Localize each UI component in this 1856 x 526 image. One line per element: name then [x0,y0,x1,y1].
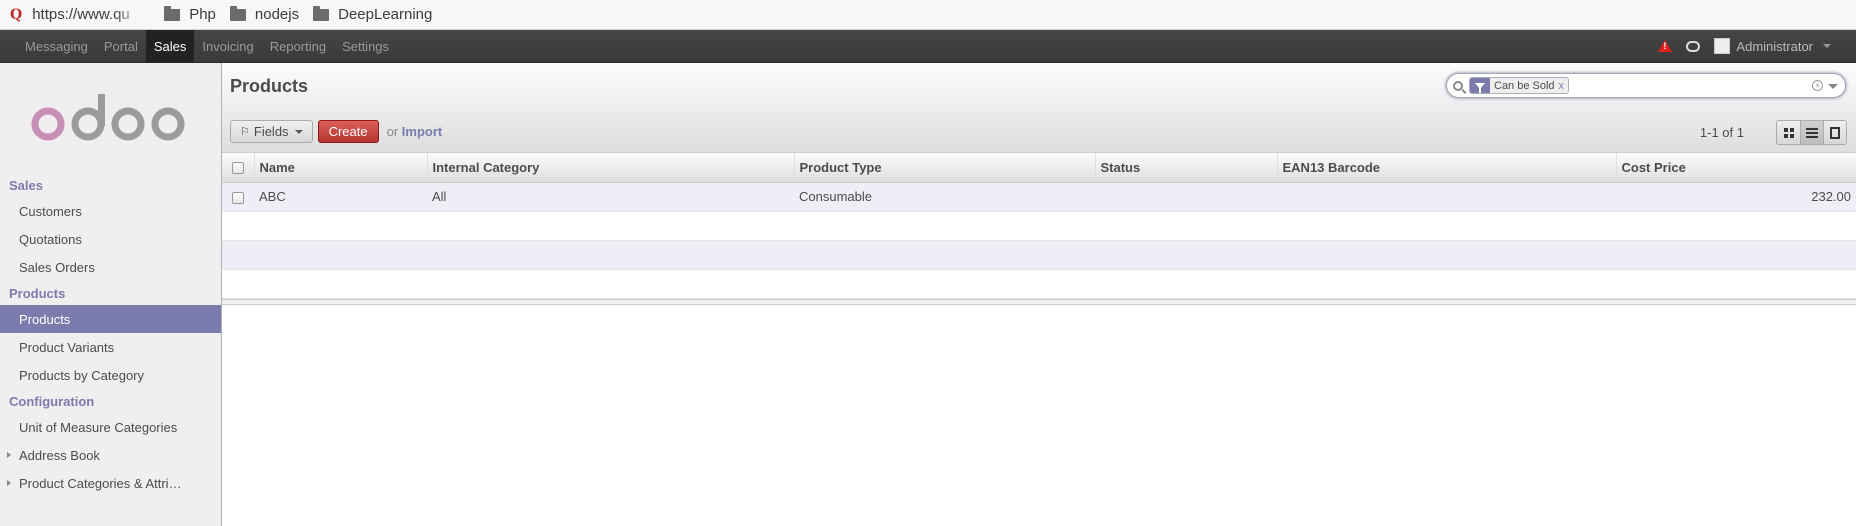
pager[interactable]: 1-1 of 1 [1700,125,1744,140]
sidebar-item-products[interactable]: Products [0,305,221,333]
sidebar-item-label: Product Categories & Attri… [19,475,182,491]
empty-row [222,211,1856,241]
bookmark-deeplearning[interactable]: DeepLearning [313,5,433,23]
search-icon [1453,80,1463,91]
search-options-chevron-icon[interactable] [1828,84,1838,89]
cell-status[interactable] [1095,182,1277,212]
cell-product-type[interactable]: Consumable [794,182,1095,212]
facet-remove-button[interactable]: x [1559,80,1568,92]
column-header-cost-price[interactable]: Cost Price [1615,153,1856,183]
fields-button[interactable]: ⚐ Fields [230,120,313,143]
expand-arrow-icon[interactable] [7,452,11,458]
create-button[interactable]: Create [317,120,379,143]
chat-icon[interactable] [1686,40,1701,52]
user-name: Administrator [1736,38,1813,54]
row-select-cell [222,182,254,212]
avatar [1714,38,1731,54]
bookmark-label: DeepLearning [338,6,433,23]
view-switcher [1776,120,1847,145]
sidebar-item-customers[interactable]: Customers [0,197,221,225]
column-header-status[interactable]: Status [1094,153,1277,183]
folder-icon [229,5,246,21]
page-title: Products [230,76,309,96]
column-header-internal-category[interactable]: Internal Category [426,153,794,183]
bookmark-label: nodejs [254,6,300,23]
table-footer [222,298,1856,305]
filter-icon [1470,78,1490,93]
bookmark-label: Php [189,6,216,23]
search-facet: Can be Sold x [1469,77,1570,94]
folder-icon [164,5,181,21]
products-table: Name Internal Category Product Type Stat… [222,153,1856,299]
quora-favicon-icon: Q [10,6,23,23]
select-all-cell [222,153,254,183]
table-row[interactable]: ABC All Consumable 232.00 [222,182,1856,212]
sidebar-item-uom-categories[interactable]: Unit of Measure Categories [0,413,221,441]
sidebar-section-sales: Sales [9,177,43,193]
menu-settings[interactable]: Settings [334,30,397,62]
menu-sales[interactable]: Sales [145,30,195,62]
kanban-view-button[interactable] [1777,121,1800,144]
odoo-logo-icon [31,94,184,141]
cell-internal-category[interactable]: All [427,182,794,212]
row-checkbox[interactable] [232,191,244,204]
browser-bookmarks-bar: Q https://www.qu Php nodejs DeepLearning [0,0,1856,30]
sidebar-item-product-categories[interactable]: Product Categories & Attri… [0,469,221,497]
or-import: or Import [387,124,443,139]
expand-arrow-icon[interactable] [7,480,11,486]
cell-ean13-barcode[interactable] [1277,182,1616,212]
cell-name[interactable]: ABC [254,182,427,212]
clear-search-icon[interactable]: × [1812,80,1823,91]
sidebar-item-sales-orders[interactable]: Sales Orders [0,253,221,281]
menu-reporting[interactable]: Reporting [262,30,334,62]
fields-label: Fields [253,124,289,139]
top-navbar: Messaging Portal Sales Invoicing Reporti… [0,30,1856,63]
main-content: Products Can be Sold x × ⚐ Fields Create [222,63,1856,526]
bookmark-php[interactable]: Php [164,5,216,23]
chevron-down-icon [294,129,303,134]
sidebar-item-quotations[interactable]: Quotations [0,225,221,253]
control-panel: Products Can be Sold x × ⚐ Fields Create [222,63,1856,153]
sidebar-item-label: Address Book [19,447,100,463]
user-menu[interactable]: Administrator [1714,38,1831,54]
facet-value: Can be Sold [1494,79,1555,92]
empty-row [222,240,1856,270]
import-link[interactable]: Import [402,124,442,139]
sidebar-section-products: Products [9,285,66,301]
column-header-name[interactable]: Name [253,153,427,183]
fields-icon: ⚐ [240,126,250,138]
odoo-logo[interactable] [0,63,221,173]
top-right-menu: Administrator [1658,30,1856,62]
menu-invoicing[interactable]: Invoicing [194,30,261,62]
action-buttons: ⚐ Fields Create or Import [230,120,442,143]
cell-cost-price[interactable]: 232.00 [1616,182,1856,212]
chevron-down-icon [1823,44,1831,48]
column-header-ean13-barcode[interactable]: EAN13 Barcode [1276,153,1616,183]
sidebar-item-products-by-category[interactable]: Products by Category [0,361,221,389]
search-bar[interactable]: Can be Sold x × [1446,73,1846,98]
list-icon [1806,127,1818,138]
sidebar-section-configuration: Configuration [9,393,95,409]
menu-messaging[interactable]: Messaging [17,30,96,62]
sidebar-item-product-variants[interactable]: Product Variants [0,333,221,361]
bookmark-url[interactable]: https://www.qu [32,6,145,23]
bookmark-nodejs[interactable]: nodejs [229,5,300,23]
select-all-checkbox[interactable] [231,162,244,175]
column-header-product-type[interactable]: Product Type [793,153,1095,183]
alert-icon[interactable] [1658,40,1673,52]
menu-portal[interactable]: Portal [96,30,146,62]
empty-row [222,269,1856,299]
top-menu: Messaging Portal Sales Invoicing Reporti… [0,30,397,62]
sidebar: Sales Customers Quotations Sales Orders … [0,63,222,526]
form-view-button[interactable] [1823,121,1846,144]
table-header-row: Name Internal Category Product Type Stat… [222,153,1856,183]
kanban-icon [1783,127,1794,138]
form-icon [1830,126,1840,139]
folder-icon [313,5,330,21]
or-text: or [386,124,399,139]
list-view-button[interactable] [1800,121,1823,144]
sidebar-item-address-book[interactable]: Address Book [0,441,221,469]
